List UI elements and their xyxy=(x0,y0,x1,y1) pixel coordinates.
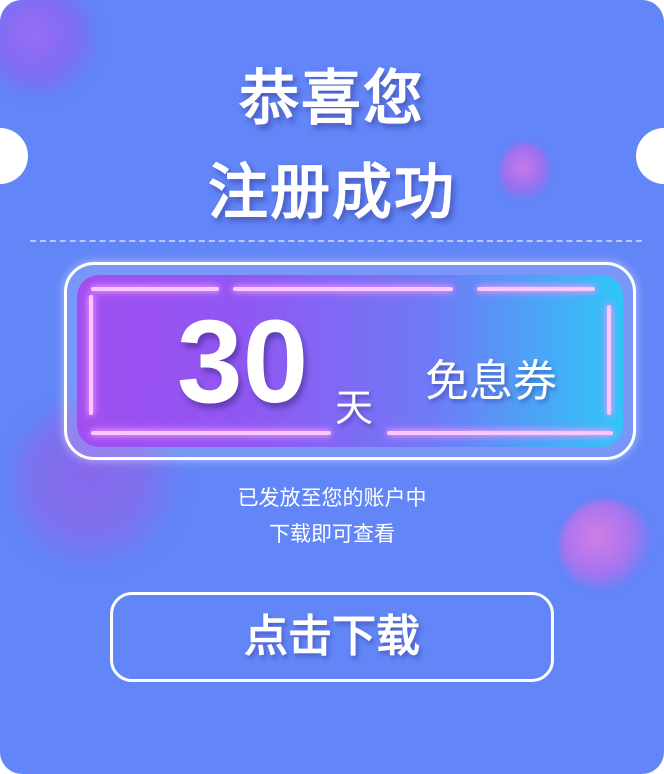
coupon: 30 天 免息券 xyxy=(64,262,636,460)
neon-frame-segment xyxy=(387,431,613,435)
neon-frame-segment xyxy=(477,287,595,291)
message-download-to-view: 下载即可查看 xyxy=(269,522,395,546)
title-congrats: 恭喜您 xyxy=(239,64,425,134)
neon-frame-segment xyxy=(91,287,219,291)
neon-frame-segment xyxy=(89,295,93,415)
neon-frame-segment xyxy=(607,305,611,415)
coupon-amount: 30 xyxy=(177,296,309,428)
title-registration-success: 注册成功 xyxy=(208,158,456,228)
download-button[interactable]: 点击下载 xyxy=(110,592,554,682)
coupon-type: 免息券 xyxy=(425,356,557,407)
registration-success-card: 恭喜您 注册成功 30 天 免息券 已发放至您的账户中 下载即可查看 点击下载 xyxy=(0,0,664,774)
neon-frame-segment xyxy=(233,287,453,291)
neon-frame-segment xyxy=(91,431,331,435)
message-issued: 已发放至您的账户中 xyxy=(237,486,427,510)
dashed-divider xyxy=(30,240,642,242)
coupon-body: 30 天 免息券 xyxy=(77,275,623,447)
coupon-unit: 天 xyxy=(335,386,374,430)
